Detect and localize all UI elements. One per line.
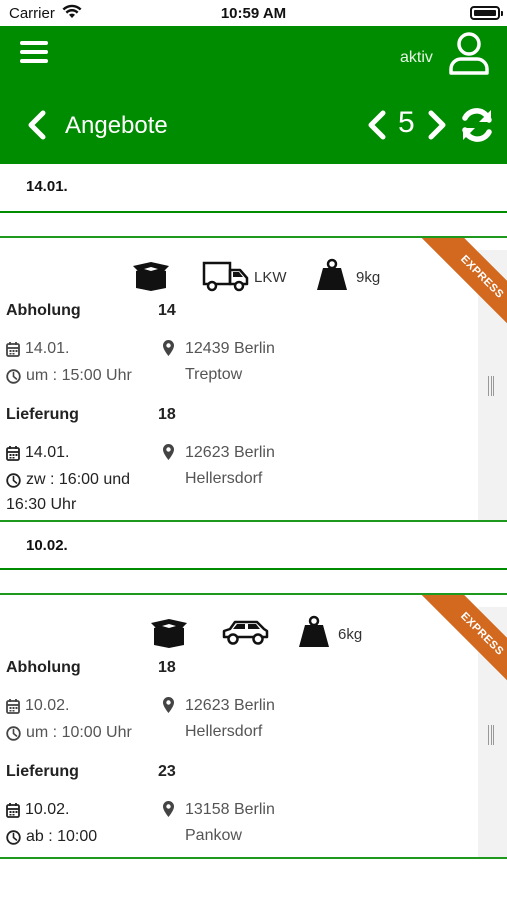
- delivery-label: Lieferung: [6, 406, 79, 423]
- box-icon: [133, 262, 169, 291]
- pickup-number: 18: [158, 659, 176, 676]
- location-pin-icon: [163, 444, 174, 460]
- pickup-address-district: Treptow: [185, 366, 243, 383]
- status-bar: Carrier 10:59 AM: [0, 0, 507, 26]
- pickup-address-city: 12439 Berlin: [185, 340, 275, 357]
- delivery-time: ab : 10:00: [26, 828, 98, 845]
- shipment-info-row: 6kg: [0, 613, 478, 653]
- date-group-header: 10.02.: [0, 522, 507, 570]
- box-icon: [151, 619, 187, 648]
- offer-card[interactable]: EXPRESS LKW 9kg Abholung 14 14.01. um: …: [0, 236, 507, 522]
- delivery-address-city: 12623 Berlin: [185, 444, 275, 461]
- pickup-address-district: Hellersdorf: [185, 723, 263, 740]
- location-pin-icon: [163, 697, 174, 713]
- pickup-number: 14: [158, 302, 176, 319]
- pickup-date: 10.02.: [25, 697, 70, 714]
- pickup-label: Abholung: [6, 659, 81, 676]
- clock-time: 10:59 AM: [220, 5, 287, 22]
- weight-label: 9kg: [356, 269, 381, 286]
- weight-icon: [299, 615, 329, 647]
- page-count: 5: [398, 106, 415, 139]
- pickup-date: 14.01.: [25, 340, 70, 357]
- delivery-time-cont: 16:30 Uhr: [6, 496, 77, 513]
- delivery-address-district: Hellersdorf: [185, 470, 263, 487]
- clock-icon: [6, 726, 21, 741]
- weight-icon: [317, 258, 347, 290]
- delivery-label: Lieferung: [6, 763, 79, 780]
- offer-card[interactable]: EXPRESS 6kg Abholung 18 10.02. um: 10:0…: [0, 593, 507, 859]
- pickup-label: Abholung: [6, 302, 81, 319]
- calendar-icon: [6, 699, 20, 714]
- user-icon[interactable]: [448, 31, 490, 75]
- app-header: aktiv Angebote 5: [0, 26, 507, 164]
- refresh-icon[interactable]: [458, 106, 496, 144]
- next-page-icon[interactable]: [426, 110, 448, 140]
- location-pin-icon: [163, 340, 174, 356]
- calendar-icon: [6, 446, 20, 461]
- shipment-info-row: LKW 9kg: [0, 256, 478, 296]
- delivery-number: 23: [158, 763, 176, 780]
- car-icon: [222, 620, 269, 645]
- date-group-label: 14.01.: [26, 178, 68, 195]
- truck-icon: [202, 261, 249, 292]
- calendar-icon: [6, 342, 20, 357]
- page-title: Angebote: [65, 112, 168, 139]
- card-scroll-handle[interactable]: [488, 725, 494, 745]
- delivery-date: 14.01.: [25, 444, 70, 461]
- clock-icon: [6, 369, 21, 384]
- date-group-label: 10.02.: [26, 537, 68, 554]
- pickup-time: um : 15:00 Uhr: [26, 367, 132, 384]
- weight-label: 6kg: [338, 626, 363, 643]
- delivery-date: 10.02.: [25, 801, 70, 818]
- clock-icon: [6, 830, 21, 845]
- status-label: aktiv: [400, 49, 433, 66]
- delivery-address-district: Pankow: [185, 827, 242, 844]
- vehicle-label: LKW: [254, 269, 287, 286]
- menu-icon[interactable]: [20, 38, 48, 66]
- date-group-header: 14.01.: [0, 164, 507, 213]
- clock-icon: [6, 473, 21, 488]
- battery-icon: [470, 6, 503, 20]
- calendar-icon: [6, 803, 20, 818]
- card-scroll-handle[interactable]: [488, 376, 494, 396]
- delivery-address-city: 13158 Berlin: [185, 801, 275, 818]
- prev-page-icon[interactable]: [366, 110, 388, 140]
- back-icon[interactable]: [26, 110, 48, 140]
- delivery-number: 18: [158, 406, 176, 423]
- pickup-address-city: 12623 Berlin: [185, 697, 275, 714]
- pickup-time: um : 10:00 Uhr: [26, 724, 132, 741]
- delivery-time: zw : 16:00 und: [26, 471, 131, 488]
- location-pin-icon: [163, 801, 174, 817]
